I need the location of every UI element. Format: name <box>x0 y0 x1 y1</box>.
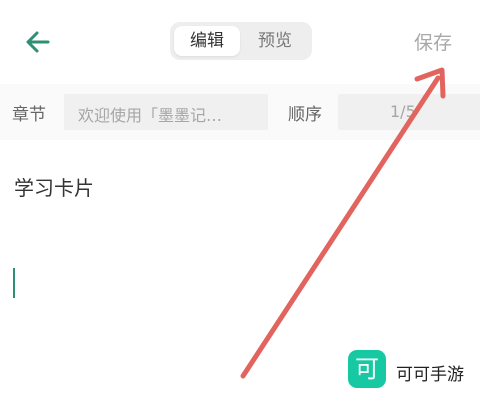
tab-preview[interactable]: 预览 <box>242 26 308 56</box>
watermark-text: 可可手游 <box>396 365 464 385</box>
text-cursor <box>13 268 15 298</box>
order-label: 顺序 <box>288 105 322 125</box>
chapter-label: 章节 <box>12 105 46 125</box>
watermark-logo-icon: 可 <box>348 350 386 388</box>
chapter-value: 欢迎使用「墨墨记… <box>78 106 223 125</box>
order-value: 1/5 <box>390 102 416 121</box>
back-arrow-icon[interactable] <box>22 26 54 58</box>
top-bar: 编辑 预览 保存 <box>0 0 480 84</box>
mode-switch: 编辑 预览 <box>170 22 312 60</box>
save-button[interactable]: 保存 <box>414 28 452 55</box>
card-title[interactable]: 学习卡片 <box>14 172 94 201</box>
tab-edit[interactable]: 编辑 <box>174 26 240 56</box>
card-meta-row: 章节 欢迎使用「墨墨记… 顺序 1/5 <box>0 84 480 140</box>
